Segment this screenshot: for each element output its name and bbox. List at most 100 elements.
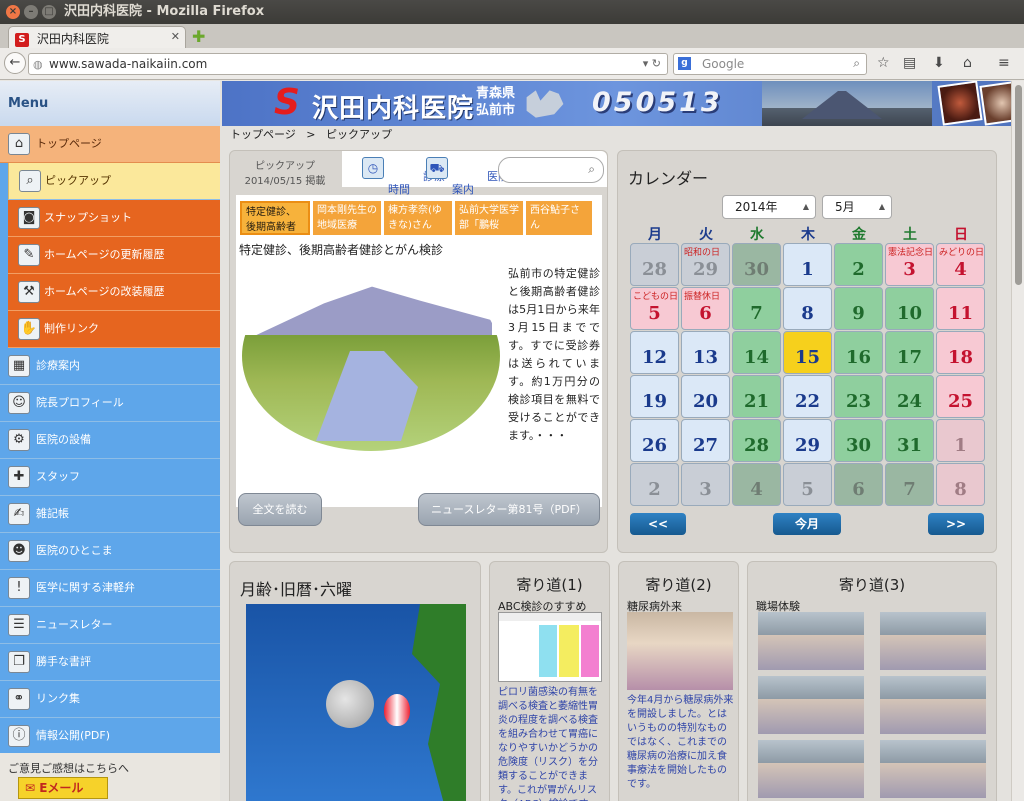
site-search-input[interactable]: ⌕: [498, 157, 604, 183]
page-scrollbar[interactable]: [1011, 81, 1024, 801]
pickup-tag-munakata[interactable]: 棟方孝奈(ゆきな)さん: [384, 201, 452, 235]
sidebar-item-11[interactable]: ✍ 雑記帳: [0, 496, 220, 533]
sidebar-item-16[interactable]: ⚭ リンク集: [0, 681, 220, 718]
back-arrow-icon[interactable]: ←: [4, 52, 26, 74]
calendar-day[interactable]: 18: [936, 331, 985, 374]
newsletter-pdf-button[interactable]: ニュースレター第81号（PDF）: [418, 493, 600, 526]
reload-icon[interactable]: ▾ ↻: [643, 57, 661, 70]
calendar-day[interactable]: こどもの日 5: [630, 287, 679, 330]
calendar-day[interactable]: 4: [732, 463, 781, 506]
calendar-day[interactable]: 10: [885, 287, 934, 330]
window-minimize-button[interactable]: –: [24, 5, 38, 19]
home-icon[interactable]: ⌂: [963, 55, 972, 71]
calendar-day[interactable]: みどりの日 4: [936, 243, 985, 286]
calendar-day[interactable]: 2: [630, 463, 679, 506]
window-close-button[interactable]: ×: [6, 5, 20, 19]
reading-list-icon[interactable]: ▤: [903, 55, 916, 71]
sidebar-item-10[interactable]: ✚ スタッフ: [0, 459, 220, 496]
sidebar-item-6[interactable]: ✋ 制作リンク: [8, 311, 220, 348]
download-arrow-icon[interactable]: ⬇: [933, 55, 945, 71]
calendar-day[interactable]: 昭和の日 29: [681, 243, 730, 286]
hamburger-menu-icon[interactable]: ≡: [998, 55, 1010, 71]
current-month-button[interactable]: 今月: [773, 513, 841, 535]
site-banner[interactable]: S 沢田内科医院 青森県 弘前市 050513: [222, 81, 1011, 126]
yorimichi-2-panel[interactable]: 寄り道(2) 糖尿病外来 今年4月から糖尿病外来を開設しました。とはいうものの特…: [618, 561, 739, 801]
pickup-tab[interactable]: ピックアップ 2014/05/15 掲載: [230, 151, 340, 193]
yorimichi-1-panel[interactable]: 寄り道(1) ABC検診のすすめ ピロリ菌感染の有無を調べる検査と萎縮性胃炎の程…: [489, 561, 610, 801]
email-button[interactable]: ✉ Eメール: [18, 777, 108, 799]
calendar-day[interactable]: 憲法記念日 3: [885, 243, 934, 286]
calendar-day[interactable]: 13: [681, 331, 730, 374]
calendar-day[interactable]: 1: [936, 419, 985, 462]
pickup-tag-hirosaki[interactable]: 弘前大学医学部「鵬桜: [455, 201, 523, 235]
calendar-day[interactable]: 7: [885, 463, 934, 506]
calendar-day[interactable]: 11: [936, 287, 985, 330]
sidebar-item-4[interactable]: ✎ ホームページの更新履歴: [8, 237, 220, 274]
calendar-day[interactable]: 30: [834, 419, 883, 462]
calendar-day[interactable]: 振替休日 6: [681, 287, 730, 330]
calendar-day[interactable]: 24: [885, 375, 934, 418]
breadcrumb-home[interactable]: トップページ: [230, 128, 296, 141]
calendar-day[interactable]: 16: [834, 331, 883, 374]
holiday-label: 昭和の日: [684, 248, 721, 258]
sidebar-item-17[interactable]: ⓘ 情報公開(PDF): [0, 718, 220, 755]
sidebar-item-label: 勝手な書評: [36, 655, 91, 668]
prev-month-button[interactable]: <<: [630, 513, 686, 535]
calendar-day[interactable]: 20: [681, 375, 730, 418]
sidebar-item-2[interactable]: ⌕ ピックアップ: [8, 163, 220, 200]
sidebar-item-3[interactable]: ◙ スナップショット: [8, 200, 220, 237]
calendar-day[interactable]: 9: [834, 287, 883, 330]
calendar-day[interactable]: 22: [783, 375, 832, 418]
yorimichi-3-panel[interactable]: 寄り道(3) 職場体験: [747, 561, 997, 801]
calendar-day[interactable]: 8: [783, 287, 832, 330]
month-select[interactable]: 5月 ▲: [822, 195, 892, 219]
browser-tab[interactable]: S 沢田内科医院 ✕: [8, 26, 186, 48]
calendar-day[interactable]: 17: [885, 331, 934, 374]
calendar-day[interactable]: 28: [630, 243, 679, 286]
new-tab-icon[interactable]: ✚: [192, 27, 205, 46]
read-more-button[interactable]: 全文を読む: [238, 493, 322, 526]
calendar-day[interactable]: 25: [936, 375, 985, 418]
calendar-day[interactable]: 21: [732, 375, 781, 418]
calendar-day[interactable]: 3: [681, 463, 730, 506]
tab-close-icon[interactable]: ✕: [171, 30, 180, 43]
sidebar-item-8[interactable]: ☺ 院長プロフィール: [0, 385, 220, 422]
calendar-day[interactable]: 7: [732, 287, 781, 330]
sidebar-item-14[interactable]: ☰ ニュースレター: [0, 607, 220, 644]
sidebar-item-7[interactable]: ▦ 診療案内: [0, 348, 220, 385]
calendar-day[interactable]: 12: [630, 331, 679, 374]
search-magnifier-icon[interactable]: ⌕: [853, 56, 860, 71]
calendar-day[interactable]: 29: [783, 419, 832, 462]
calendar-day[interactable]: 27: [681, 419, 730, 462]
scrollbar-thumb[interactable]: [1015, 85, 1022, 285]
sidebar-item-12[interactable]: ☻ 医院のひとこま: [0, 533, 220, 570]
calendar-day[interactable]: 28: [732, 419, 781, 462]
sidebar-item-1[interactable]: ⌂ トップページ: [0, 126, 220, 163]
calendar-day[interactable]: 23: [834, 375, 883, 418]
sidebar-item-15[interactable]: ❐ 勝手な書評: [0, 644, 220, 681]
pickup-tag-kenshin[interactable]: 特定健診、後期高齢者健: [240, 201, 310, 235]
search-input[interactable]: g Google ⌕: [673, 53, 867, 75]
sidebar-item-5[interactable]: ⚒ ホームページの改装履歴: [8, 274, 220, 311]
window-maximize-button[interactable]: □: [42, 5, 56, 19]
sidebar-item-13[interactable]: ! 医学に関する津軽弁: [0, 570, 220, 607]
pickup-tag-nishiya[interactable]: 西谷鮎子さん: [526, 201, 592, 235]
calendar-day-today[interactable]: 15: [783, 331, 832, 374]
url-bar[interactable]: ◍ www.sawada-naikaiin.com ▾ ↻: [28, 53, 668, 75]
sidebar-item-9[interactable]: ⚙ 医院の設備: [0, 422, 220, 459]
next-month-button[interactable]: >>: [928, 513, 984, 535]
calendar-day[interactable]: 14: [732, 331, 781, 374]
pickup-tag-okamoto[interactable]: 岡本剛先生の地域医療: [313, 201, 381, 235]
calendar-day[interactable]: 8: [936, 463, 985, 506]
google-engine-icon[interactable]: g: [678, 57, 691, 70]
calendar-day[interactable]: 2: [834, 243, 883, 286]
calendar-day[interactable]: 30: [732, 243, 781, 286]
calendar-day[interactable]: 1: [783, 243, 832, 286]
year-select[interactable]: 2014年 ▲: [722, 195, 816, 219]
bookmark-star-icon[interactable]: ☆: [877, 55, 890, 71]
calendar-day[interactable]: 31: [885, 419, 934, 462]
calendar-day[interactable]: 26: [630, 419, 679, 462]
calendar-day[interactable]: 6: [834, 463, 883, 506]
calendar-day[interactable]: 19: [630, 375, 679, 418]
calendar-day[interactable]: 5: [783, 463, 832, 506]
